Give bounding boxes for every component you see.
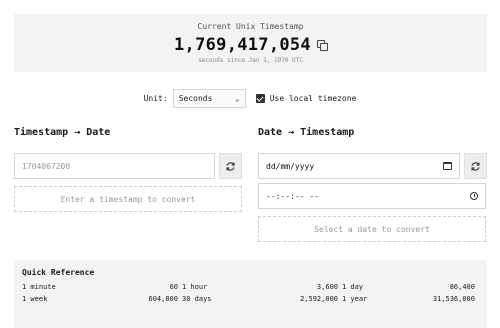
- banner-value-row: 1,769,417,054: [14, 35, 487, 55]
- clock-icon[interactable]: [470, 192, 478, 200]
- unit-select-value: Seconds: [178, 94, 213, 103]
- timezone-label[interactable]: Use local timezone: [270, 94, 357, 103]
- unit-select[interactable]: Seconds ⌄: [172, 89, 246, 108]
- timestamp-result: Enter a timestamp to convert: [14, 186, 242, 212]
- timezone-checkbox[interactable]: [255, 94, 265, 103]
- unit-label: Unit:: [143, 94, 168, 103]
- banner-label: Current Unix Timestamp: [197, 22, 304, 31]
- timestamp-input[interactable]: 1704067200: [14, 153, 215, 179]
- qref-value: 604,800: [148, 295, 178, 303]
- qref-label: 1 day: [342, 283, 364, 291]
- refresh-icon: [471, 161, 480, 171]
- qref-value: 3,600: [316, 283, 338, 291]
- banner-subtitle: seconds since Jan 1, 1970 UTC: [198, 57, 303, 64]
- date-result-placeholder: Select a date to convert: [314, 224, 430, 234]
- date-input[interactable]: dd/mm/yyyy: [258, 153, 460, 179]
- timestamp-input-placeholder: 1704067200: [22, 161, 71, 171]
- date-input-value: dd/mm/yyyy: [266, 161, 315, 171]
- refresh-icon: [226, 161, 235, 171]
- qref-value: 2,592,000: [300, 295, 338, 303]
- date-result: Select a date to convert: [258, 216, 486, 242]
- qref-value: 31,536,000: [432, 295, 475, 303]
- quick-reference-row: 1 week 604,800 30 days 2,592,000 1 year …: [22, 295, 479, 303]
- timestamp-result-placeholder: Enter a timestamp to convert: [60, 194, 196, 204]
- unix-timestamp-converter: Current Unix Timestamp 1,769,417,054 sec…: [0, 0, 500, 328]
- qref-value: 86,400: [449, 283, 475, 291]
- current-timestamp-banner: Current Unix Timestamp 1,769,417,054 sec…: [14, 14, 487, 72]
- quick-reference-panel: Quick Reference 1 minute 60 1 hour 3,600…: [14, 260, 487, 328]
- time-input-value: --:--:-- --: [266, 191, 319, 201]
- quick-reference-row: 1 minute 60 1 hour 3,600 1 day 86,400: [22, 283, 479, 291]
- qref-label: 1 year: [342, 295, 368, 303]
- qref-label: 1 week: [22, 295, 48, 303]
- options-row: Unit: Seconds ⌄ Use local timezone: [0, 89, 500, 108]
- copy-icon[interactable]: [316, 40, 328, 51]
- current-timestamp-value: 1,769,417,054: [174, 35, 311, 55]
- timestamp-to-date-title: Timestamp → Date: [14, 127, 111, 138]
- time-input[interactable]: --:--:-- --: [258, 183, 486, 209]
- date-to-timestamp-title: Date → Timestamp: [258, 127, 355, 138]
- qref-label: 1 minute: [22, 283, 56, 291]
- qref-label: 30 days: [182, 295, 212, 303]
- quick-reference-title: Quick Reference: [22, 268, 95, 277]
- qref-value: 60: [169, 283, 178, 291]
- calendar-icon[interactable]: [443, 162, 452, 170]
- qref-label: 1 hour: [182, 283, 208, 291]
- refresh-date-button[interactable]: [464, 153, 487, 179]
- refresh-timestamp-button[interactable]: [219, 153, 242, 179]
- chevron-down-icon: ⌄: [234, 94, 240, 103]
